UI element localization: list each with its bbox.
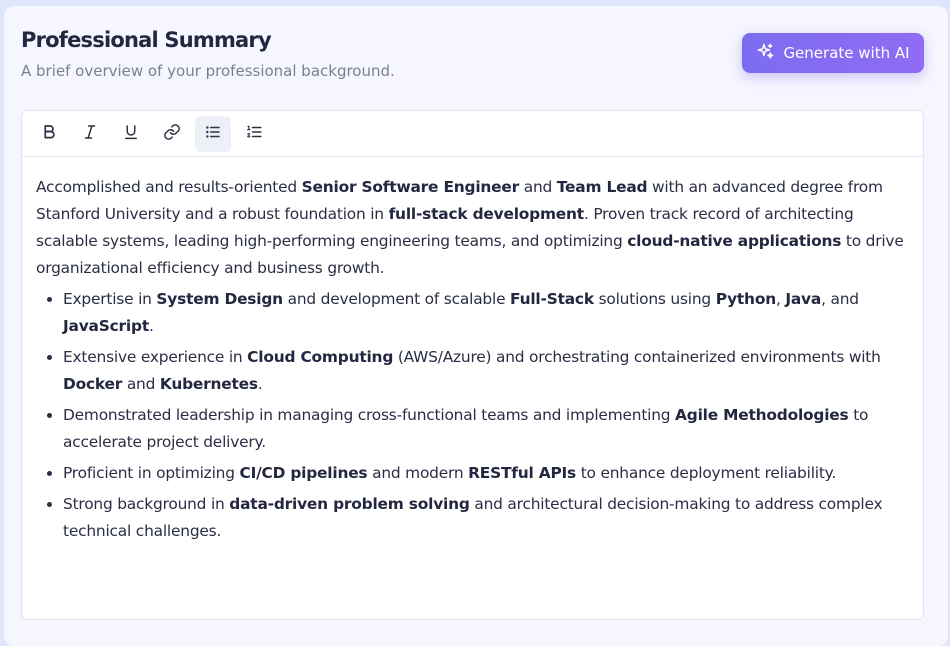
summary-paragraph: Accomplished and results-oriented Senior…: [36, 174, 909, 282]
text-segment: Proficient in optimizing: [63, 464, 240, 482]
text-segment: to enhance deployment reliability.: [576, 464, 837, 482]
underline-icon: [122, 123, 140, 145]
text-segment: , and: [821, 290, 859, 308]
bold-text: Cloud Computing: [247, 348, 394, 366]
numbered-list-icon: [245, 123, 263, 145]
bold-text: full-stack development: [388, 205, 585, 223]
bold-text: Java: [785, 290, 822, 308]
bullet-item: Extensive experience in Cloud Computing …: [63, 344, 909, 398]
bold-text: Full-Stack: [510, 290, 594, 308]
bold-text: cloud-native applications: [627, 232, 842, 250]
section-subtitle: A brief overview of your professional ba…: [21, 62, 395, 80]
italic-icon: [81, 123, 99, 145]
text-segment: .: [257, 375, 263, 393]
bullet-item: Strong background in data-driven problem…: [63, 491, 909, 545]
link-button[interactable]: [154, 116, 190, 152]
text-segment: Accomplished and results-oriented: [36, 178, 302, 196]
text-segment: and development of scalable: [282, 290, 511, 308]
text-segment: and: [519, 178, 557, 196]
italic-button[interactable]: [72, 116, 108, 152]
bullet-item: Proficient in optimizing CI/CD pipelines…: [63, 460, 909, 487]
bold-text: Senior Software Engineer: [301, 178, 520, 196]
bullet-item: Demonstrated leadership in managing cros…: [63, 402, 909, 456]
text-segment: Demonstrated leadership in managing cros…: [63, 406, 676, 424]
bold-text: Python: [715, 290, 776, 308]
bold-text: Kubernetes: [159, 375, 258, 393]
text-segment: and: [122, 375, 160, 393]
section-title: Professional Summary: [21, 28, 272, 52]
bold-icon: [40, 123, 58, 145]
underline-button[interactable]: [113, 116, 149, 152]
generate-with-ai-label: Generate with AI: [783, 44, 910, 62]
text-segment: and modern: [367, 464, 469, 482]
bold-text: CI/CD pipelines: [239, 464, 368, 482]
bold-text: JavaScript: [63, 317, 149, 335]
bold-text: Team Lead: [556, 178, 648, 196]
bold-text: Docker: [63, 375, 123, 393]
text-segment: (AWS/Azure) and orchestrating containeri…: [393, 348, 881, 366]
summary-bullet-list: Expertise in System Design and developme…: [36, 286, 909, 545]
editor-toolbar: [22, 111, 923, 157]
generate-with-ai-button[interactable]: Generate with AI: [742, 33, 924, 73]
bullet-list-icon: [204, 123, 222, 145]
bold-button[interactable]: [31, 116, 67, 152]
text-segment: .: [148, 317, 154, 335]
bold-text: data-driven problem solving: [229, 495, 470, 513]
bold-text: RESTful APIs: [468, 464, 577, 482]
numbered-list-button[interactable]: [236, 116, 272, 152]
text-segment: Strong background in: [63, 495, 230, 513]
link-icon: [163, 123, 181, 145]
rich-text-editor[interactable]: Accomplished and results-oriented Senior…: [21, 110, 924, 620]
sparkles-icon: [756, 42, 775, 65]
text-segment: Expertise in: [63, 290, 157, 308]
bullet-item: Expertise in System Design and developme…: [63, 286, 909, 340]
bullet-list-button[interactable]: [195, 115, 231, 152]
bold-text: System Design: [156, 290, 283, 308]
professional-summary-card: Professional Summary A brief overview of…: [4, 6, 948, 646]
text-segment: ,: [775, 290, 786, 308]
text-segment: solutions using: [593, 290, 716, 308]
text-segment: Extensive experience in: [63, 348, 248, 366]
editor-content[interactable]: Accomplished and results-oriented Senior…: [22, 157, 923, 545]
bold-text: Agile Methodologies: [675, 406, 849, 424]
